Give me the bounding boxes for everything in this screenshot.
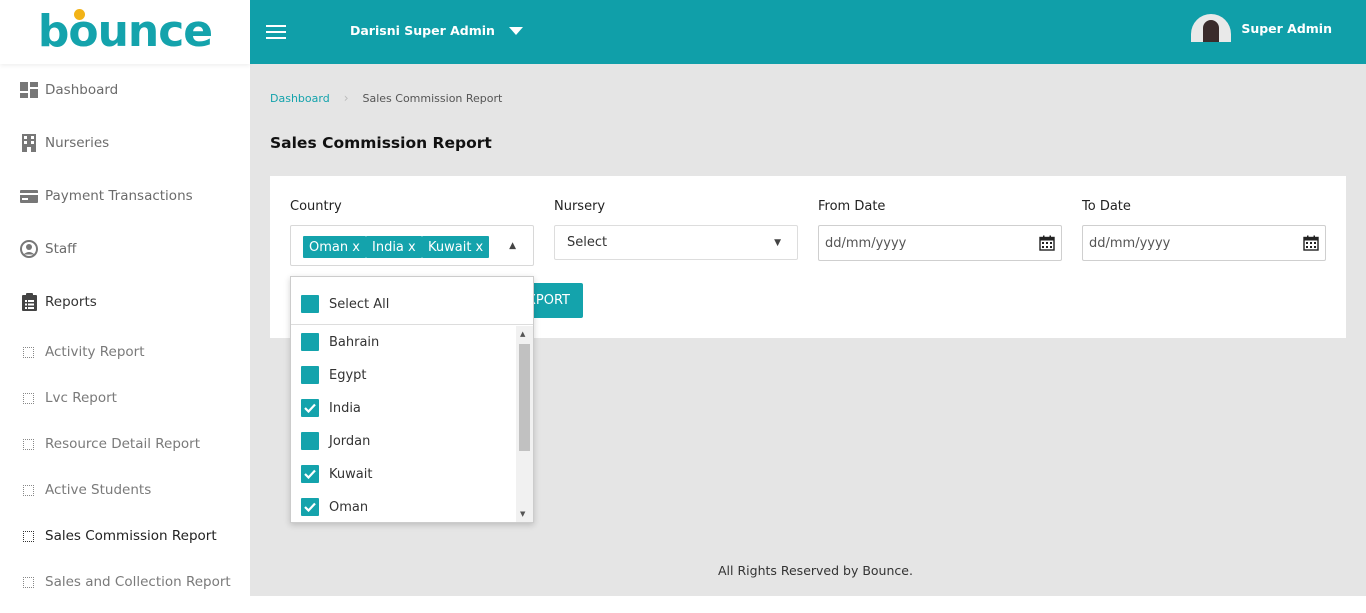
sidebar-item-label: Reports [45, 294, 97, 310]
avatar [1191, 14, 1232, 42]
dashboard-icon [20, 81, 38, 99]
sidebar-item-label: Activity Report [45, 344, 145, 360]
footer-text: All Rights Reserved by Bounce. [718, 563, 913, 578]
bullet-icon [23, 346, 34, 358]
checkbox-icon [301, 432, 319, 450]
sidebar-item-sales-commission-report[interactable]: Sales Commission Report [0, 521, 250, 551]
checkbox-checked-icon [301, 498, 319, 516]
country-chip-oman[interactable]: Oman x [303, 236, 366, 258]
bullet-icon [23, 484, 34, 496]
checkbox-icon [301, 295, 319, 313]
sidebar-item-lvc-report[interactable]: Lvc Report [0, 383, 250, 413]
clipboard-list-icon [20, 293, 38, 311]
from-date-label: From Date [818, 199, 886, 214]
country-multiselect[interactable]: Oman x India x Kuwait x ▲ [290, 225, 534, 266]
bullet-icon [23, 576, 34, 588]
option-label: Oman [329, 499, 369, 515]
hamburger-icon[interactable] [266, 25, 286, 39]
checkbox-icon [301, 366, 319, 384]
tenant-selector[interactable]: Darisni Super Admin [350, 23, 523, 38]
user-circle-icon [20, 240, 38, 258]
divider [291, 324, 533, 325]
scroll-down-icon[interactable]: ▼ [520, 510, 525, 518]
sidebar-item-sales-and-collection-report[interactable]: Sales and Collection Report [0, 567, 250, 597]
country-dropdown: Select All Bahrain Egypt India Jordan Ku… [290, 276, 534, 523]
sidebar-item-label: Active Students [45, 482, 152, 498]
nursery-select-value: Select [567, 235, 608, 250]
sidebar-item-label: Staff [45, 241, 77, 257]
sidebar-item-label: Sales and Collection Report [45, 574, 231, 590]
sidebar-item-reports[interactable]: Reports [0, 282, 250, 322]
caret-up-icon: ▲ [509, 241, 516, 251]
option-label: Bahrain [329, 334, 380, 350]
country-label: Country [290, 199, 342, 214]
from-date-placeholder: dd/mm/yyyy [825, 235, 907, 251]
nursery-label: Nursery [554, 199, 606, 214]
option-label: Egypt [329, 367, 367, 383]
sidebar-item-activity-report[interactable]: Activity Report [0, 337, 250, 367]
country-option-india[interactable]: India [301, 397, 361, 419]
country-chip-kuwait[interactable]: Kuwait x [422, 236, 490, 258]
nursery-select[interactable]: Select ▼ [554, 225, 798, 260]
bullet-icon [23, 530, 34, 542]
credit-card-icon [20, 187, 38, 205]
footer-bar [250, 596, 1366, 613]
checkbox-checked-icon [301, 465, 319, 483]
to-date-input[interactable]: dd/mm/yyyy [1082, 225, 1326, 261]
option-label: Kuwait [329, 466, 373, 482]
country-option-oman[interactable]: Oman [301, 496, 368, 518]
country-option-kuwait[interactable]: Kuwait [301, 463, 372, 485]
tenant-label: Darisni Super Admin [350, 23, 495, 38]
sidebar-item-label: Lvc Report [45, 390, 117, 406]
scroll-thumb[interactable] [519, 344, 530, 451]
bullet-icon [23, 392, 34, 404]
sidebar-item-dashboard[interactable]: Dashboard [0, 70, 250, 110]
option-label: India [329, 400, 361, 416]
scroll-up-icon[interactable]: ▲ [520, 330, 525, 338]
breadcrumb: Dashboard › Sales Commission Report [270, 91, 502, 105]
country-option-jordan[interactable]: Jordan [301, 430, 370, 452]
top-header: Darisni Super Admin Super Admin [250, 0, 1366, 64]
select-all-option[interactable]: Select All [301, 293, 389, 315]
sidebar-item-label: Resource Detail Report [45, 436, 201, 452]
sidebar-item-staff[interactable]: Staff [0, 229, 250, 269]
calendar-icon[interactable] [1039, 235, 1055, 251]
breadcrumb-home-link[interactable]: Dashboard [270, 92, 330, 105]
page-title: Sales Commission Report [270, 134, 492, 152]
bullet-icon [23, 438, 34, 450]
checkbox-icon [301, 333, 319, 351]
sidebar-item-label: Nurseries [45, 135, 110, 151]
to-date-placeholder: dd/mm/yyyy [1089, 235, 1171, 251]
dropdown-scrollbar[interactable]: ▲ ▼ [516, 326, 533, 522]
sidebar-item-active-students[interactable]: Active Students [0, 475, 250, 505]
breadcrumb-current: Sales Commission Report [362, 91, 503, 105]
caret-down-icon [508, 26, 523, 35]
sidebar-item-payment-transactions[interactable]: Payment Transactions [0, 176, 250, 216]
building-icon [20, 134, 38, 152]
sidebar-item-resource-detail-report[interactable]: Resource Detail Report [0, 429, 250, 459]
from-date-input[interactable]: dd/mm/yyyy [818, 225, 1062, 261]
user-menu[interactable]: Super Admin [1191, 14, 1332, 42]
sidebar-item-label: Payment Transactions [45, 188, 193, 204]
country-option-bahrain[interactable]: Bahrain [301, 331, 379, 353]
sidebar-item-nurseries[interactable]: Nurseries [0, 123, 250, 163]
sidebar: bounce Dashboard Nurseries Payment Trans… [0, 0, 250, 613]
chevron-right-icon: › [343, 91, 349, 105]
sidebar-item-label: Dashboard [45, 82, 119, 98]
calendar-icon[interactable] [1303, 235, 1319, 251]
bounce-logo[interactable]: bounce [38, 9, 213, 54]
option-label: Select All [329, 296, 390, 312]
country-option-egypt[interactable]: Egypt [301, 364, 367, 386]
checkbox-checked-icon [301, 399, 319, 417]
logo-dot [73, 9, 85, 20]
option-label: Jordan [329, 433, 371, 449]
sidebar-item-label: Sales Commission Report [45, 528, 217, 544]
user-name: Super Admin [1241, 20, 1332, 36]
caret-down-icon: ▼ [774, 237, 781, 248]
logo-area: bounce [0, 0, 250, 64]
country-chip-india[interactable]: India x [366, 236, 422, 258]
to-date-label: To Date [1082, 199, 1131, 214]
